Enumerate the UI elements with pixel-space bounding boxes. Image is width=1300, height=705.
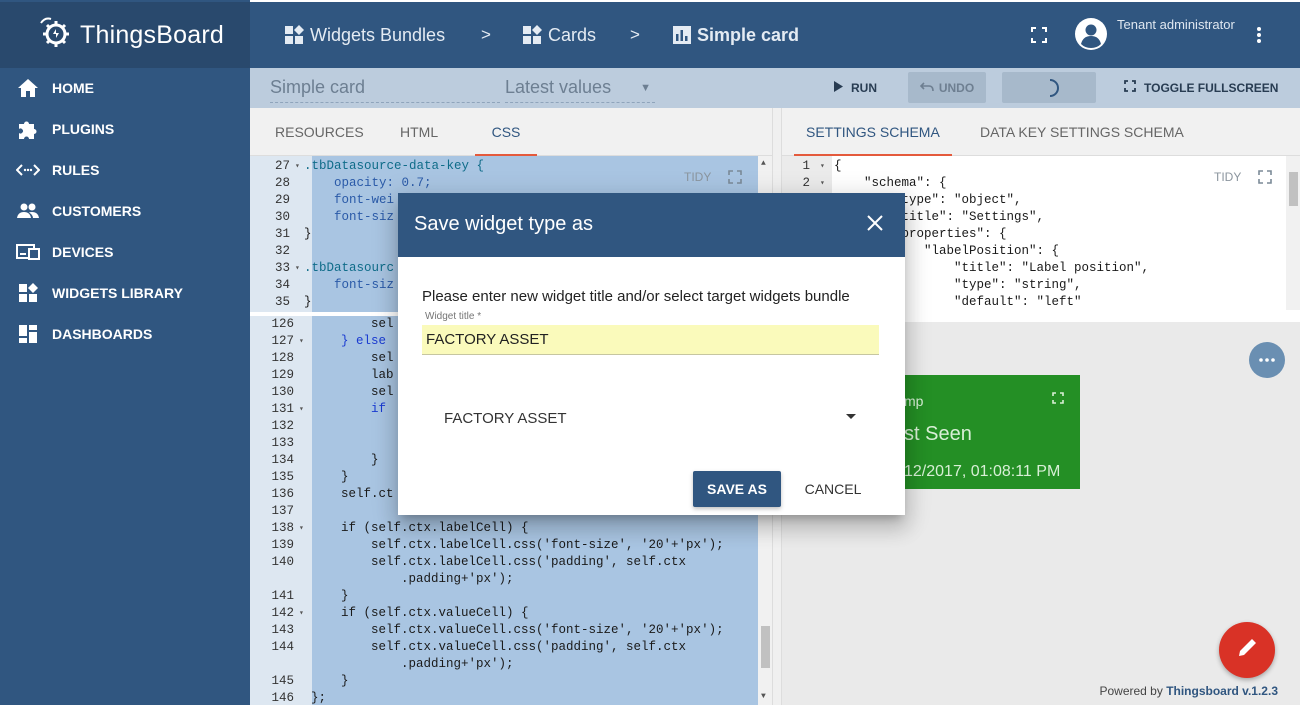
bundle-select-value: FACTORY ASSET bbox=[444, 409, 567, 427]
app-root: ThingsBoard HOME PLUGINS RULES CUSTOMERS… bbox=[0, 0, 1300, 705]
dialog-prompt: Please enter new widget title and/or sel… bbox=[422, 288, 850, 305]
caret-down-icon bbox=[846, 414, 856, 419]
widget-title-input[interactable] bbox=[422, 325, 879, 355]
cancel-button[interactable]: CANCEL bbox=[796, 471, 870, 507]
widget-title-label: Widget title * bbox=[425, 311, 482, 322]
save-as-button[interactable]: SAVE AS bbox=[693, 471, 781, 507]
close-icon[interactable] bbox=[867, 215, 887, 235]
bundle-select[interactable]: FACTORY ASSET bbox=[444, 403, 856, 433]
dialog-header: Save widget type as bbox=[398, 193, 905, 257]
save-widget-dialog: Save widget type as Please enter new wid… bbox=[398, 193, 905, 515]
dialog-title: Save widget type as bbox=[414, 213, 593, 235]
